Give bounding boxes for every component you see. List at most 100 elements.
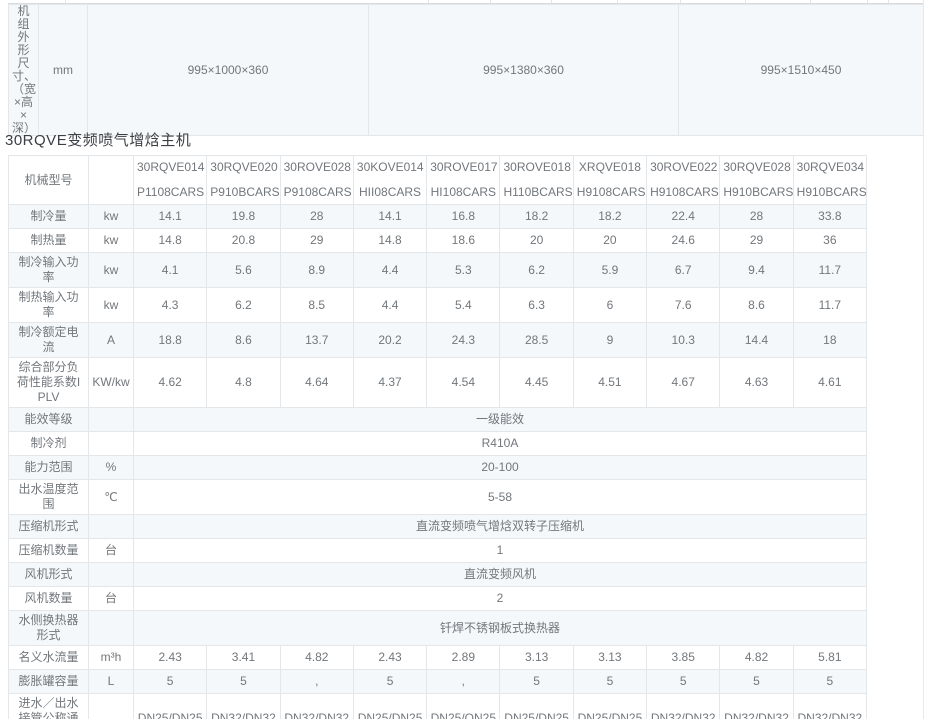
row-value-1: 4.1: [134, 253, 207, 288]
row-value-1: 4.62: [134, 358, 207, 408]
row-value-10: 11.7: [793, 288, 866, 323]
row-value-2: 5.6: [207, 253, 280, 288]
cutoff-grid-line: [428, 0, 429, 3]
row-value-2: 19.8: [207, 205, 280, 229]
model-name-line2: HI108CARS: [430, 186, 496, 199]
model-name-line2: H910BCARS: [723, 186, 789, 199]
row-value-1: 4.3: [134, 288, 207, 323]
row-value-5: 2.89: [427, 646, 500, 670]
model-name-line1: 30ROVE028: [284, 161, 350, 174]
row-span-value: 钎焊不锈钢板式换热器: [134, 611, 867, 646]
row-value-8: 5: [647, 670, 720, 694]
row-value-1: 2.43: [134, 646, 207, 670]
row-value-9: 9.4: [720, 253, 793, 288]
row-unit: [89, 432, 134, 456]
row-value-6: 20: [500, 229, 573, 253]
spec-row-9: 能力范围%20-100: [9, 456, 867, 480]
model-header-9: 30RQVE028H910BCARS: [720, 156, 793, 205]
row-span-value: 1: [134, 539, 867, 563]
header-unit-cell: [89, 156, 134, 205]
model-header-3: 30ROVE028P9108CARS: [280, 156, 353, 205]
row-value-4: 14.1: [353, 205, 426, 229]
row-unit: 台: [89, 539, 134, 563]
cutoff-grid-line: [888, 0, 889, 3]
row-label: 风机形式: [9, 563, 89, 587]
row-value-10: 5.81: [793, 646, 866, 670]
row-value-8: 7.6: [647, 288, 720, 323]
row-value-1: 5: [134, 670, 207, 694]
row-value-5: 18.6: [427, 229, 500, 253]
row-value-5: 16.8: [427, 205, 500, 229]
model-name-line2: P910BCARS: [210, 186, 276, 199]
dimensions-value-1: 995×1000×360: [88, 5, 369, 136]
row-value-4: 4.4: [353, 253, 426, 288]
row-label: 综合部分负荷性能系数IPLV: [9, 358, 89, 408]
row-label: 压缩机形式: [9, 515, 89, 539]
row-value-7: 5: [573, 670, 646, 694]
row-label: 出水温度范围: [9, 480, 89, 515]
model-name-line1: XRQVE018: [577, 161, 643, 174]
spec-row-18: 进水／出水接管公称通径DN25/DN25DN32/DN32DN32/DN32DN…: [9, 694, 867, 719]
model-header-1: 30RQVE014 P1108CARS: [134, 156, 207, 205]
model-name-line2: H9108CARS: [577, 186, 643, 199]
row-value-1: 18.8: [134, 323, 207, 358]
row-value-8: 3.85: [647, 646, 720, 670]
row-value-9: 4.82: [720, 646, 793, 670]
row-value-3: 4.82: [280, 646, 353, 670]
dimensions-value-3: 995×1510×450: [679, 5, 924, 136]
row-value-7: 9: [573, 323, 646, 358]
spec-row-6: 综合部分负荷性能系数IPLVKW/kw4.624.84.644.374.544.…: [9, 358, 867, 408]
spec-row-5: 制冷额定电流A18.88.613.720.224.328.5910.314.41…: [9, 323, 867, 358]
model-name-line2: H910BCARS: [797, 186, 863, 199]
row-value-5: 5.3: [427, 253, 500, 288]
row-value-9: 29: [720, 229, 793, 253]
row-value-3: 28: [280, 205, 353, 229]
row-label: 风机数量: [9, 587, 89, 611]
model-name-line1: 30ROVE022: [650, 161, 716, 174]
spec-row-14: 风机数量台2: [9, 587, 867, 611]
row-unit: ℃: [89, 480, 134, 515]
row-value-6: 3.13: [500, 646, 573, 670]
spec-row-3: 制冷输入功率kw4.15.68.94.45.36.25.96.79.411.7: [9, 253, 867, 288]
row-value-8: 24.6: [647, 229, 720, 253]
spec-page: 机组外形尺寸、（宽×高×深） mm 995×1000×360 995×1380×…: [0, 0, 930, 719]
row-value-9: 8.6: [720, 288, 793, 323]
row-value-10: 11.7: [793, 253, 866, 288]
model-header-5: 30ROVE017HI108CARS: [427, 156, 500, 205]
row-value-2: 5: [207, 670, 280, 694]
row-value-3: 4.64: [280, 358, 353, 408]
row-value-10: 4.61: [793, 358, 866, 408]
row-value-9: 4.63: [720, 358, 793, 408]
row-value-4: 5: [353, 670, 426, 694]
row-label: 膨胀罐容量: [9, 670, 89, 694]
row-unit: L: [89, 670, 134, 694]
row-value-3: 8.5: [280, 288, 353, 323]
dimensions-value-2: 995×1380×360: [369, 5, 679, 136]
row-value-3: ,: [280, 670, 353, 694]
row-unit: kw: [89, 229, 134, 253]
row-span-value: 直流变频风机: [134, 563, 867, 587]
row-span-value: 5-58: [134, 480, 867, 515]
row-value-9: 28: [720, 205, 793, 229]
spec-row-13: 风机形式 直流变频风机: [9, 563, 867, 587]
row-label: 能力范围: [9, 456, 89, 480]
model-number-label: 机械型号: [9, 156, 89, 205]
cutoff-grid-line: [65, 0, 66, 3]
row-value-1: 14.8: [134, 229, 207, 253]
row-value-1: 14.1: [134, 205, 207, 229]
model-name-line2: P1108CARS: [137, 186, 203, 199]
row-value-10: 18: [793, 323, 866, 358]
row-value-6: DN25/DN25: [500, 694, 573, 719]
row-unit: [89, 408, 134, 432]
row-unit: kw: [89, 205, 134, 229]
row-value-8: 4.67: [647, 358, 720, 408]
row-span-value: 直流变频喷气增焓双转子压缩机: [134, 515, 867, 539]
model-name-line1: 30KOVE014: [357, 161, 423, 174]
row-value-4: 4.4: [353, 288, 426, 323]
model-name-line2: H9108CARS: [650, 186, 716, 199]
row-value-2: 20.8: [207, 229, 280, 253]
model-name-line1: 30RQVE014: [137, 161, 203, 174]
spec-row-8: 制冷剂R410A: [9, 432, 867, 456]
dimensions-row-unit: mm: [39, 5, 88, 136]
row-value-3: 8.9: [280, 253, 353, 288]
